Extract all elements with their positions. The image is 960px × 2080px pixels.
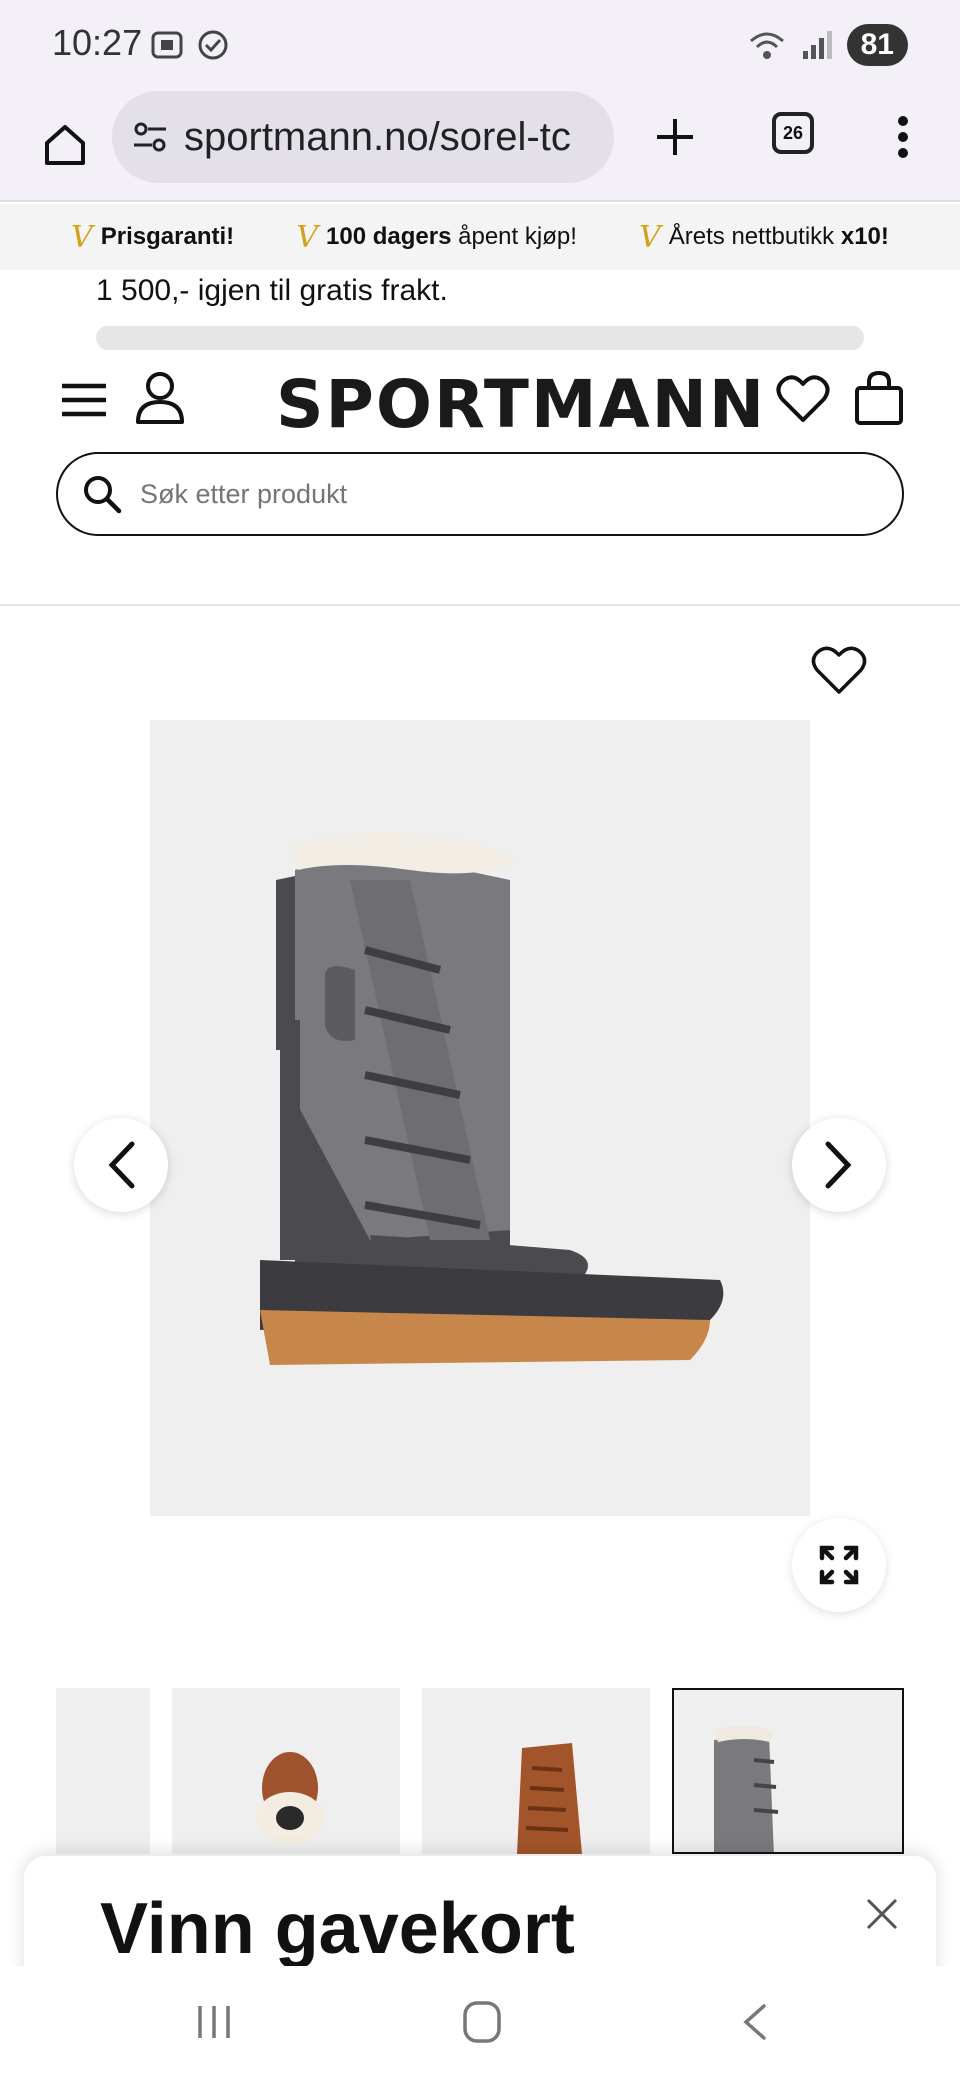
popup-title: Vinn gavekort [100, 1889, 575, 1969]
fullscreen-button[interactable] [792, 1518, 886, 1612]
boot-top-view-image [256, 1752, 324, 1844]
site-settings-icon [134, 122, 166, 152]
checkmark-v-icon: V [296, 219, 319, 255]
usp-bold-text: Prisgaranti! [100, 223, 235, 250]
product-thumbnail-selected[interactable] [672, 1688, 904, 1854]
brown-boot-image [517, 1743, 582, 1854]
usp-item: V Årets nettbutikk x10! [639, 220, 889, 255]
chevron-right-icon [825, 1141, 852, 1189]
battery-indicator: 81 [846, 24, 908, 66]
wifi-icon [749, 32, 784, 59]
url-text: sportmann.no/sorel-tc [184, 114, 571, 159]
new-tab-button[interactable] [640, 102, 710, 172]
close-icon[interactable] [862, 1894, 902, 1934]
shopping-bag-icon[interactable] [854, 370, 904, 426]
usp-bold-text: x10! [840, 223, 889, 250]
header-divider [0, 604, 960, 606]
more-vertical-icon [898, 116, 908, 158]
status-system-icons: 81 [747, 24, 908, 66]
check-circle-icon [198, 30, 228, 60]
product-thumbnail[interactable] [56, 1688, 150, 1854]
signal-icon [802, 31, 832, 59]
grey-boot-image [714, 1725, 779, 1852]
menu-icon[interactable] [60, 380, 108, 420]
account-icon[interactable] [134, 370, 186, 426]
previous-image-button[interactable] [74, 1118, 168, 1212]
site-logo[interactable]: SPORTMANN [276, 366, 766, 443]
chevron-left-icon [108, 1141, 135, 1189]
status-bar: 10:27 81 [0, 0, 960, 88]
free-shipping-progress-bar [96, 326, 864, 350]
recent-apps-icon[interactable] [194, 2002, 234, 2042]
screenshot-icon [151, 31, 183, 59]
heart-icon[interactable] [776, 374, 830, 424]
browser-menu-button[interactable] [878, 102, 928, 172]
tab-count: 26 [782, 122, 804, 143]
search-icon [84, 476, 122, 514]
favorite-product-icon[interactable] [810, 644, 868, 696]
address-bar[interactable]: sportmann.no/sorel-tc [112, 91, 614, 183]
expand-icon [819, 1545, 859, 1585]
checkmark-v-icon: V [639, 219, 661, 255]
browser-toolbar: sportmann.no/sorel-tc 26 [0, 88, 960, 202]
checkmark-v-icon: V [71, 219, 93, 255]
next-image-button[interactable] [792, 1118, 886, 1212]
product-main-image[interactable] [150, 720, 810, 1516]
tab-switcher-button[interactable]: 26 [772, 112, 814, 154]
usp-bar: V Prisgaranti! V 100 dagers åpent kjøp! … [0, 204, 960, 270]
free-shipping-message: 1 500,- igjen til gratis frakt. [96, 274, 448, 307]
plus-icon [657, 119, 693, 155]
android-home-icon[interactable] [462, 2000, 502, 2044]
back-icon[interactable] [734, 2002, 774, 2042]
product-thumbnail[interactable] [172, 1688, 400, 1854]
search-input[interactable] [140, 478, 840, 510]
boot-image [260, 832, 724, 1365]
browser-home-button[interactable] [30, 110, 100, 180]
usp-item: V 100 dagers åpent kjøp! [296, 220, 577, 255]
usp-text: åpent kjøp! [451, 223, 577, 250]
product-thumbnail[interactable] [422, 1688, 650, 1854]
status-notification-icons [150, 28, 230, 62]
usp-bold-text: 100 dagers [326, 223, 452, 250]
android-navigation-bar [0, 1966, 960, 2080]
search-box[interactable] [56, 452, 904, 536]
home-icon [45, 125, 85, 165]
usp-item: V Prisgaranti! [71, 220, 234, 255]
usp-text: Årets nettbutikk [668, 223, 841, 250]
status-time: 10:27 [52, 22, 143, 63]
